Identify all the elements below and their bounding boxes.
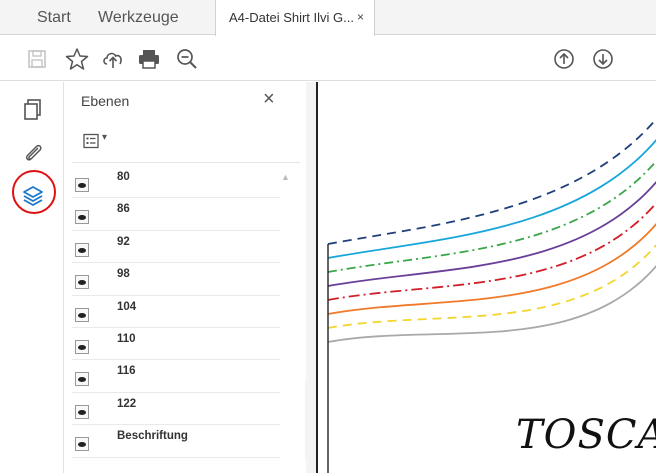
eye-icon[interactable] <box>75 210 89 225</box>
layer-row[interactable]: 116 <box>72 360 280 393</box>
eye-icon[interactable] <box>75 372 89 387</box>
eye-icon[interactable] <box>75 437 89 452</box>
layer-label: 86 <box>117 203 130 216</box>
scroll-up-icon[interactable]: ▲ <box>281 172 290 182</box>
brand-text: TOSCA <box>516 412 656 458</box>
pattern-curve <box>327 138 656 259</box>
menu-bar: Start Werkzeuge A4-Datei Shirt Ilvi G...… <box>0 0 656 36</box>
eye-icon[interactable] <box>75 275 89 290</box>
print-icon[interactable] <box>136 46 162 72</box>
eye-icon[interactable] <box>75 307 89 322</box>
close-tab-icon[interactable]: × <box>357 0 364 35</box>
tab-tools[interactable]: Werkzeuge <box>98 0 179 35</box>
layer-row[interactable]: 80 <box>72 166 280 199</box>
layer-label: 122 <box>117 397 137 410</box>
layer-label: 104 <box>117 300 137 313</box>
eye-icon[interactable] <box>75 178 89 192</box>
document-tab-title: A4-Datei Shirt Ilvi G... <box>229 10 354 25</box>
save-icon[interactable] <box>24 46 50 72</box>
page-up-icon[interactable] <box>551 46 577 72</box>
pattern-curve <box>327 180 656 287</box>
eye-icon[interactable] <box>75 339 89 354</box>
star-icon[interactable] <box>64 46 90 72</box>
pattern-curve <box>327 264 656 343</box>
pages-icon[interactable] <box>20 96 46 122</box>
document-tab[interactable]: A4-Datei Shirt Ilvi G... × <box>215 0 375 36</box>
layer-label: Beschriftung <box>117 430 188 443</box>
layer-row[interactable]: 86 <box>72 198 280 231</box>
document-page: TOSCA <box>316 82 656 473</box>
layer-row[interactable]: 104 <box>72 296 280 328</box>
chevron-down-icon: ▾ <box>102 132 108 143</box>
close-panel-icon[interactable]: × <box>263 89 275 109</box>
document-view[interactable]: TOSCA <box>306 82 656 473</box>
layer-label: 98 <box>117 268 130 281</box>
layer-options-button[interactable]: ▾ <box>83 132 115 152</box>
divider <box>72 162 300 163</box>
layer-row[interactable]: 122 <box>72 393 280 426</box>
layer-label: 116 <box>117 365 136 378</box>
panel-title: Ebenen <box>81 93 130 109</box>
page-down-icon[interactable] <box>590 46 616 72</box>
layer-label: 80 <box>117 171 130 183</box>
eye-icon[interactable] <box>75 404 89 419</box>
eye-icon[interactable] <box>75 242 89 257</box>
layers-panel: Ebenen × ▾ 80 86 92 98 104 110 116 122 B… <box>64 82 315 473</box>
layer-row[interactable]: Beschriftung <box>72 425 280 458</box>
list-options-icon <box>83 133 99 149</box>
pattern-curve <box>327 159 656 273</box>
layer-row[interactable]: 98 <box>72 263 280 296</box>
layer-row[interactable]: 92 <box>72 231 280 264</box>
highlight-circle <box>12 170 56 214</box>
layer-label: 92 <box>117 235 130 248</box>
layer-row[interactable]: 110 <box>72 328 280 361</box>
layer-list-scrollbar[interactable]: ▲ <box>280 166 290 466</box>
navigation-rail <box>0 82 64 473</box>
pattern-curve <box>327 117 656 245</box>
zoom-out-icon[interactable] <box>174 46 200 72</box>
layer-list: 80 86 92 98 104 110 116 122 Beschriftung <box>64 166 304 458</box>
upload-cloud-icon[interactable] <box>100 46 126 72</box>
pattern-curve <box>327 243 656 329</box>
attachment-icon[interactable] <box>20 140 46 166</box>
tab-start[interactable]: Start <box>37 0 71 35</box>
acrobat-window: Start Werkzeuge A4-Datei Shirt Ilvi G...… <box>0 0 656 473</box>
toolbar <box>0 36 656 81</box>
layer-label: 110 <box>117 332 136 345</box>
